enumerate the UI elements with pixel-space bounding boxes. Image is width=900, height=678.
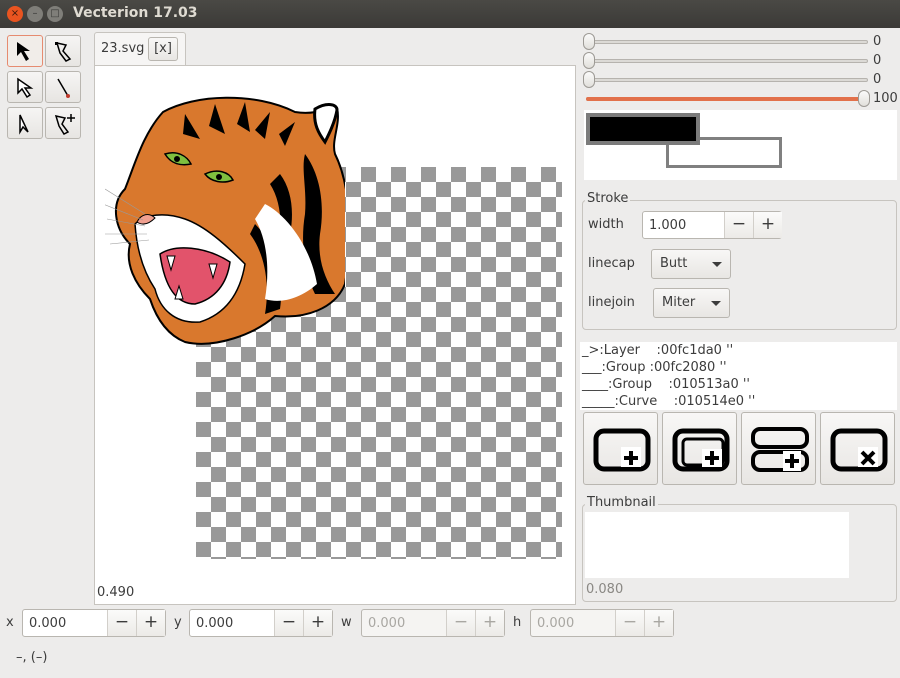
linecap-label: linecap [588, 256, 635, 271]
thumbnail-preview [585, 512, 849, 578]
x-spin[interactable]: 0.000 − + [22, 609, 166, 637]
tree-item-group[interactable]: ___:Group :00fc2080 '' [580, 359, 897, 376]
stroke-width-spin[interactable]: 1.000 − + [642, 211, 782, 239]
alpha-value: 100 [873, 91, 898, 106]
add-node-tool-button[interactable] [45, 107, 81, 139]
color-preview [584, 110, 897, 180]
stroke-width-label: width [588, 217, 624, 232]
slider-track [586, 40, 868, 44]
w-entry: 0.000 [368, 616, 406, 631]
line-tool-button[interactable] [45, 71, 81, 103]
zoom-level: 0.490 [97, 585, 135, 600]
drawing-canvas[interactable]: 0.490 [94, 65, 576, 605]
document-tab[interactable]: 23.svg [x] [94, 32, 186, 66]
thumbnail-zoom: 0.080 [586, 582, 624, 597]
node-add-icon [54, 114, 75, 135]
y-entry[interactable]: 0.000 [196, 616, 233, 631]
tree-item-layer[interactable]: _>:Layer :00fc1da0 '' [580, 342, 897, 359]
slider-track [586, 59, 868, 63]
slider-knob[interactable] [583, 71, 595, 88]
x-label: x [6, 615, 14, 630]
tree-item-curve[interactable]: _____:Curve :010514e0 '' [580, 393, 897, 410]
hollow-arrow-icon [17, 77, 34, 99]
status-bar-text: –, (–) [16, 650, 48, 665]
select-tool-button[interactable] [7, 35, 43, 67]
y-spin[interactable]: 0.000 − + [189, 609, 333, 637]
slider-knob[interactable] [583, 33, 595, 50]
linecap-value: Butt [660, 256, 688, 271]
slider-knob[interactable] [583, 52, 595, 69]
slider-knob[interactable] [858, 90, 870, 107]
arrow-select-icon [17, 42, 30, 61]
linejoin-label: linejoin [588, 295, 635, 310]
h-spin: 0.000 − + [530, 609, 674, 637]
layer-tree[interactable]: _>:Layer :00fc1da0 '' ___:Group :00fc208… [580, 342, 897, 410]
stroke-frame-label: Stroke [585, 191, 631, 206]
window-close-button[interactable]: × [7, 6, 23, 22]
y-increment[interactable]: + [303, 610, 332, 636]
pen-tool-button[interactable] [7, 107, 43, 139]
slider-fill [586, 97, 864, 101]
add-group-icon [672, 428, 730, 472]
window-maximize-button[interactable]: □ [47, 6, 63, 22]
chevron-down-icon [712, 262, 722, 267]
document-tab-title: 23.svg [101, 41, 145, 56]
y-label: y [174, 615, 182, 630]
thin-arrow-icon [19, 114, 29, 135]
x-increment[interactable]: + [136, 610, 165, 636]
w-decrement: − [446, 610, 475, 636]
y-decrement[interactable]: − [274, 610, 303, 636]
linejoin-dropdown[interactable]: Miter [653, 288, 730, 318]
linejoin-value: Miter [662, 295, 696, 310]
add-sublayer-icon [751, 427, 809, 472]
add-layer-button[interactable] [583, 412, 658, 485]
tree-item-group[interactable]: ____:Group :010513a0 '' [580, 376, 897, 393]
chevron-down-icon [711, 301, 721, 306]
add-group-button[interactable] [662, 412, 737, 485]
stroke-width-entry[interactable]: 1.000 [649, 218, 686, 233]
add-sublayer-button[interactable] [741, 412, 816, 485]
slider-track [586, 78, 868, 82]
x-entry[interactable]: 0.000 [29, 616, 66, 631]
red-value: 0 [873, 34, 882, 49]
direct-select-tool-button[interactable] [7, 71, 43, 103]
green-slider[interactable] [582, 52, 872, 69]
title-bar: × – □ Vecterion 17.03 [0, 0, 900, 28]
stroke-width-decrement[interactable]: − [724, 212, 753, 238]
alpha-slider[interactable] [582, 90, 872, 107]
line-icon [57, 78, 70, 98]
window-title: Vecterion 17.03 [73, 5, 198, 21]
thumbnail-label: Thumbnail [585, 495, 658, 510]
h-increment: + [644, 610, 673, 636]
h-label: h [513, 615, 522, 630]
fill-color-swatch[interactable] [586, 113, 700, 145]
add-layer-icon [593, 428, 651, 472]
x-decrement[interactable]: − [107, 610, 136, 636]
node-tool-button[interactable] [45, 35, 81, 67]
blue-slider[interactable] [582, 71, 872, 88]
window-minimize-button[interactable]: – [27, 6, 43, 22]
w-spin: 0.000 − + [361, 609, 505, 637]
tab-close-button[interactable]: [x] [148, 37, 178, 61]
h-decrement: − [615, 610, 644, 636]
w-label: w [341, 615, 352, 630]
document-tabbar: 23.svg [x] [94, 32, 576, 66]
blue-value: 0 [873, 72, 882, 87]
delete-layer-button[interactable] [820, 412, 895, 485]
linecap-dropdown[interactable]: Butt [651, 249, 731, 279]
delete-layer-icon [830, 428, 888, 472]
stroke-width-increment[interactable]: + [753, 212, 782, 238]
h-entry: 0.000 [537, 616, 575, 631]
node-edit-icon [55, 41, 72, 62]
w-increment: + [475, 610, 504, 636]
green-value: 0 [873, 53, 882, 68]
tiger-artwork [105, 96, 345, 345]
red-slider[interactable] [582, 33, 872, 50]
